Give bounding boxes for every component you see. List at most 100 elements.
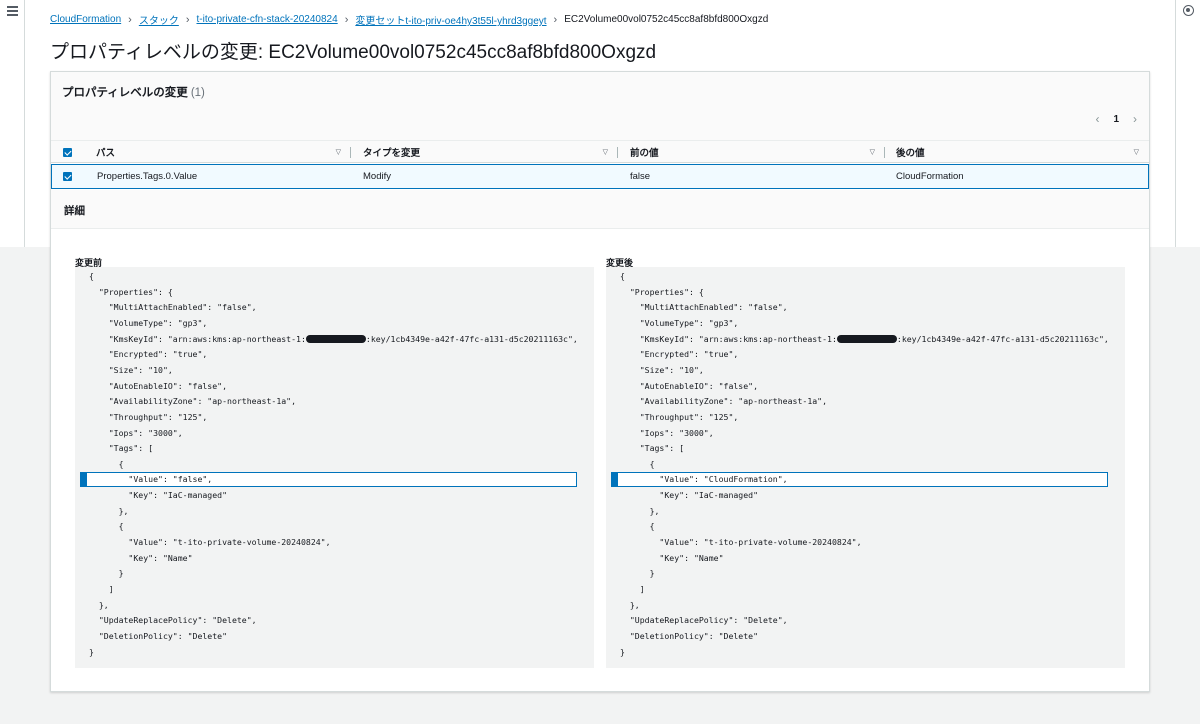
hamburger-icon[interactable]: [7, 6, 18, 16]
code-line: "Tags": [: [620, 443, 685, 454]
breadcrumb-changeset[interactable]: 変更セットt-ito-priv-oe4hy3t55l-yhrd3ggeyt: [355, 12, 546, 27]
page-number[interactable]: 1: [1113, 114, 1119, 125]
change-indicator-bar: [612, 472, 618, 486]
code-line: "KmsKeyId": "arn:aws:kms:ap-northeast-1:…: [620, 332, 1109, 347]
code-line: "AutoEnableIO": "false",: [620, 380, 759, 391]
property-changes-panel: プロパティレベルの変更 (1) ‹ 1 › パス ▽ タイプを変更 ▽ 前の値 ▽…: [50, 71, 1150, 692]
code-line: "DeletionPolicy": "Delete": [620, 630, 759, 641]
sort-icon[interactable]: ▽: [336, 148, 341, 156]
column-divider[interactable]: [884, 147, 885, 158]
code-line: "UpdateReplacePolicy": "Delete",: [620, 615, 788, 626]
code-line: "Value": "t-ito-private-volume-20240824"…: [89, 537, 331, 548]
code-line: }: [620, 646, 625, 657]
breadcrumb-stack[interactable]: t-ito-private-cfn-stack-20240824: [197, 14, 338, 25]
code-line: "Value": "t-ito-private-volume-20240824"…: [620, 537, 862, 548]
column-header-label: 後の値: [896, 148, 925, 159]
page-title: プロパティレベルの変更: EC2Volume00vol0752c45cc8af8…: [50, 42, 657, 63]
cell-after-value: CloudFormation: [896, 171, 964, 182]
cell-path: Properties.Tags.0.Value: [97, 171, 198, 182]
redaction-mark: [305, 334, 366, 343]
code-line: {: [89, 271, 94, 281]
column-divider[interactable]: [350, 147, 351, 158]
sort-icon[interactable]: ▽: [870, 148, 875, 156]
before-code-block: { "Properties": { "MultiAttachEnabled": …: [75, 267, 594, 668]
code-text: "KmsKeyId": "arn:aws:kms:ap-northeast-1:: [89, 333, 306, 344]
code-text: "KmsKeyId": "arn:aws:kms:ap-northeast-1:: [620, 333, 837, 344]
code-line: {: [620, 521, 655, 532]
code-line: "Throughput": "125",: [89, 411, 208, 422]
code-line: },: [89, 505, 129, 516]
code-line: },: [89, 599, 109, 610]
panel-title: プロパティレベルの変更 (1): [62, 84, 205, 100]
breadcrumb-current: EC2Volume00vol0752c45cc8af8bfd800Oxgzd: [564, 14, 769, 25]
column-header-label: タイプを変更: [363, 148, 421, 159]
code-line: {: [89, 521, 124, 532]
breadcrumb: CloudFormation › スタック › t-ito-private-cf…: [50, 12, 769, 28]
code-line: "Key": "Name": [89, 552, 193, 563]
panel-title-text: プロパティレベルの変更: [62, 87, 188, 99]
panel-count: (1): [190, 87, 205, 99]
code-line: "Key": "Name": [620, 552, 724, 563]
code-line: },: [620, 599, 640, 610]
column-header-before-value[interactable]: 前の値 ▽: [630, 141, 883, 163]
table-row[interactable]: Properties.Tags.0.Value Modify false Clo…: [51, 164, 1149, 189]
row-checkbox[interactable]: [63, 172, 72, 181]
sort-icon[interactable]: ▽: [1134, 148, 1139, 156]
code-line: "AutoEnableIO": "false",: [89, 380, 228, 391]
chevron-right-icon: ›: [344, 13, 349, 26]
code-line: "Key": "IaC-managed": [620, 490, 759, 501]
navigation-rail: [0, 0, 25, 247]
code-line: }: [620, 568, 655, 579]
code-line: "Tags": [: [89, 443, 154, 454]
column-divider[interactable]: [617, 147, 618, 158]
tools-rail: [1175, 0, 1200, 247]
details-header: 詳細: [51, 190, 1149, 229]
code-line: "AvailabilityZone": "ap-northeast-1a",: [89, 396, 297, 407]
code-line: "AvailabilityZone": "ap-northeast-1a",: [620, 396, 828, 407]
table-header: パス ▽ タイプを変更 ▽ 前の値 ▽ 後の値 ▽: [51, 140, 1149, 163]
next-page-icon[interactable]: ›: [1133, 112, 1137, 126]
breadcrumb-stacks[interactable]: スタック: [139, 12, 179, 27]
cell-change-type: Modify: [363, 171, 391, 182]
sort-icon[interactable]: ▽: [603, 148, 608, 156]
code-line: "KmsKeyId": "arn:aws:kms:ap-northeast-1:…: [89, 332, 578, 347]
code-line: "Iops": "3000",: [620, 427, 714, 438]
code-line: "Throughput": "125",: [620, 411, 739, 422]
column-header-change-type[interactable]: タイプを変更 ▽: [363, 141, 616, 163]
chevron-right-icon: ›: [185, 13, 190, 26]
change-indicator-bar: [81, 472, 87, 486]
column-header-path[interactable]: パス ▽: [96, 141, 349, 163]
code-line: "VolumeType": "gp3",: [89, 317, 208, 328]
code-line: }: [89, 646, 94, 657]
column-header-after-value[interactable]: 後の値 ▽: [896, 141, 1147, 163]
breadcrumb-cloudformation[interactable]: CloudFormation: [50, 14, 121, 25]
code-line: "UpdateReplacePolicy": "Delete",: [89, 615, 257, 626]
code-line: ]: [620, 584, 645, 594]
code-text: :key/1cb4349e-a42f-47fc-a131-d5c20211163…: [365, 333, 578, 344]
code-line: "Size": "10",: [620, 364, 704, 375]
code-line: "Value": "CloudFormation",: [620, 474, 788, 485]
code-line: "Encrypted": "true",: [620, 349, 739, 360]
previous-page-icon[interactable]: ‹: [1095, 112, 1099, 126]
code-line: "MultiAttachEnabled": "false",: [89, 302, 257, 313]
settings-icon[interactable]: [1183, 5, 1194, 16]
code-line: "VolumeType": "gp3",: [620, 317, 739, 328]
code-line: "Size": "10",: [89, 364, 173, 375]
code-line: "Properties": {: [89, 286, 173, 297]
code-line: "Encrypted": "true",: [89, 349, 208, 360]
column-header-label: 前の値: [630, 148, 659, 159]
column-header-label: パス: [96, 148, 116, 159]
select-all-checkbox[interactable]: [63, 148, 72, 157]
chevron-right-icon: ›: [553, 13, 558, 26]
after-code-block: { "Properties": { "MultiAttachEnabled": …: [606, 267, 1125, 668]
code-line: }: [89, 568, 124, 579]
redaction-mark: [836, 334, 897, 343]
chevron-right-icon: ›: [128, 13, 132, 26]
cell-before-value: false: [630, 171, 651, 182]
pagination: ‹ 1 ›: [1095, 112, 1137, 126]
code-line: {: [620, 271, 625, 281]
code-line: "Iops": "3000",: [89, 427, 183, 438]
code-line: {: [620, 458, 655, 469]
code-line: "Key": "IaC-managed": [89, 490, 228, 501]
code-line: "Properties": {: [620, 286, 704, 297]
